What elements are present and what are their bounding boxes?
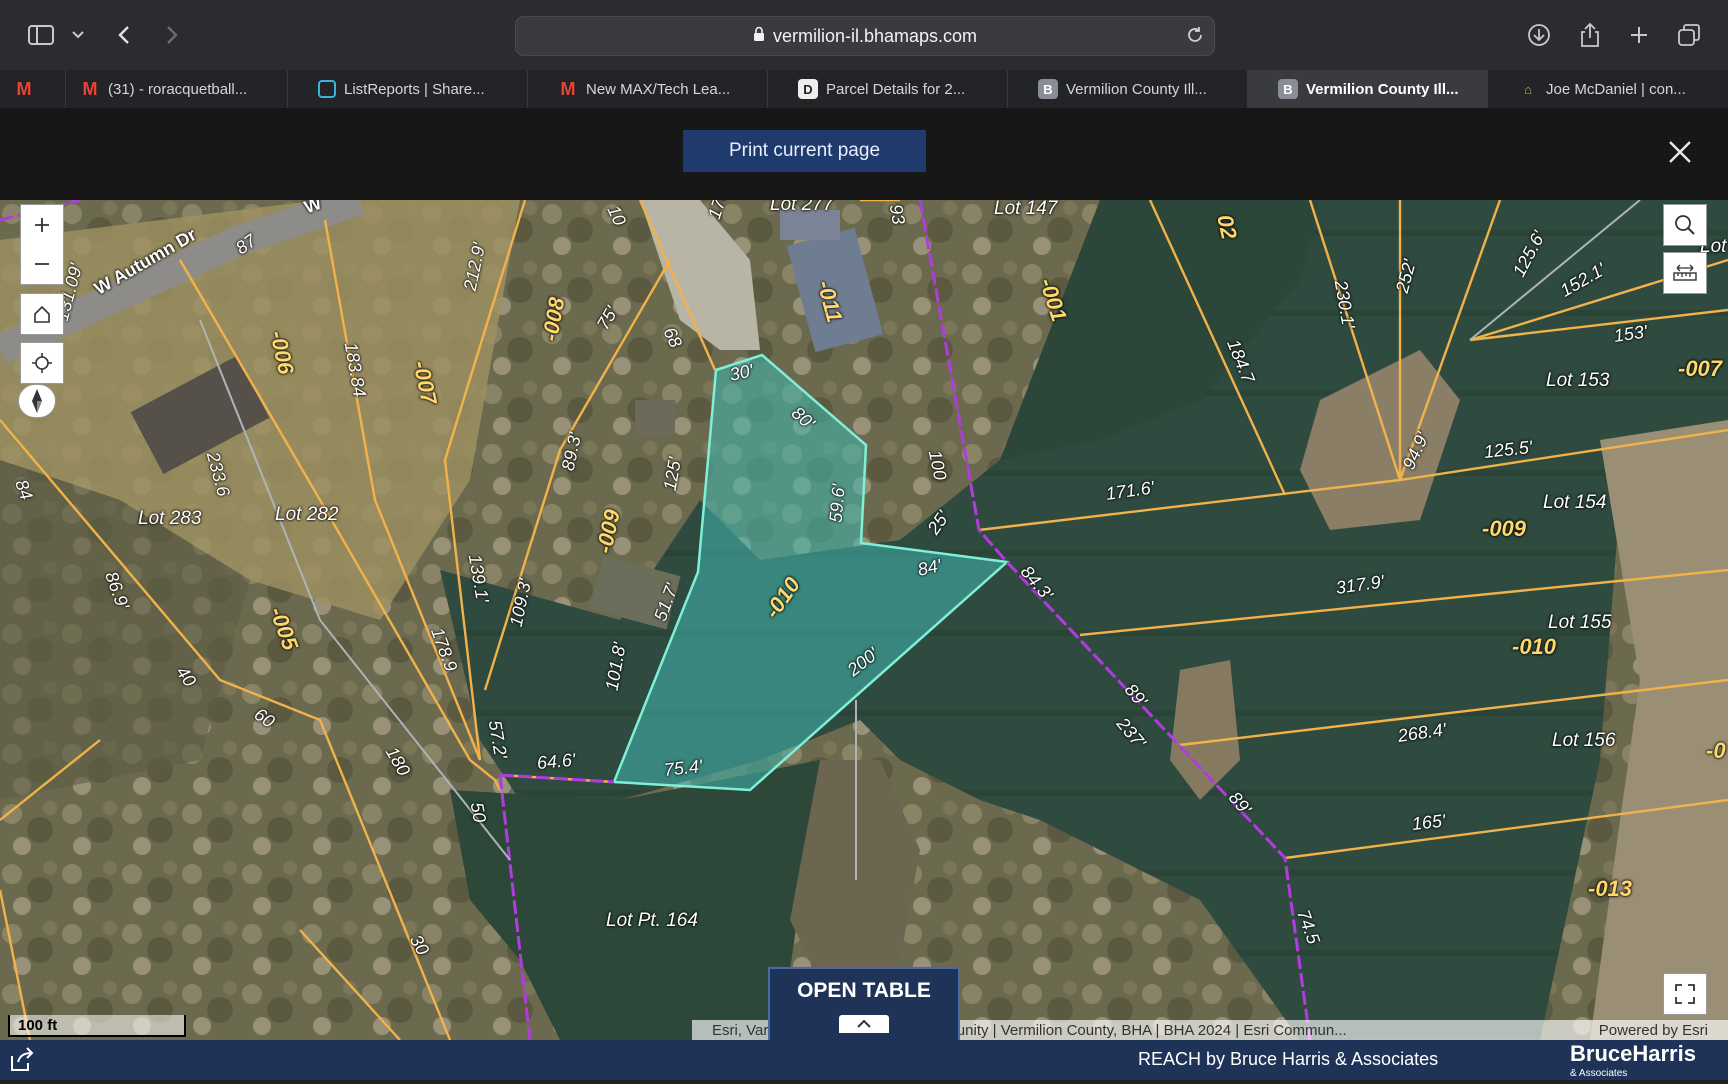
measure-icon	[1673, 264, 1697, 281]
new-tab-icon[interactable]	[1626, 18, 1652, 52]
brand-name: BruceHarris	[1570, 1041, 1696, 1066]
gmail-icon: M	[560, 78, 576, 99]
tab-label: Vermilion County Ill...	[1306, 80, 1459, 98]
browser-toolbar: vermilion-il.bhamaps.com	[0, 0, 1728, 70]
parcel-id-label: -0	[1706, 738, 1726, 763]
tab-gmail[interactable]: M	[0, 70, 66, 108]
lot-label: Lot 155	[1548, 612, 1612, 633]
tab-label: New MAX/Tech Lea...	[586, 80, 731, 98]
compass-icon	[32, 389, 42, 413]
tab-label: ListReports | Share...	[344, 80, 485, 98]
tab-bar: M M (31) - roracquetball... ListReports …	[0, 70, 1728, 109]
tab-parcel-details[interactable]: D Parcel Details for 2...	[768, 70, 1008, 108]
tab-label: Joe McDaniel | con...	[1546, 80, 1686, 98]
dimension-label: 93	[885, 202, 909, 226]
home-button[interactable]	[20, 293, 64, 335]
lot-label: Lot 154	[1543, 492, 1607, 513]
reach-credit[interactable]: REACH by Bruce Harris & Associates	[1138, 1049, 1438, 1070]
zoom-in-button[interactable]	[20, 204, 64, 246]
scale-bar: 100 ft	[8, 1015, 186, 1037]
tab-joe-mcdaniel[interactable]: ⌂ Joe McDaniel | con...	[1488, 70, 1726, 108]
listreports-icon	[318, 80, 336, 98]
map-view[interactable]: W Autumn Dr W Lot 277 Lot 147 Lot 283 Lo…	[0, 200, 1728, 1040]
print-current-page-button[interactable]: Print current page	[683, 130, 926, 172]
lot-label: Lot 282	[275, 504, 339, 525]
back-icon[interactable]	[112, 18, 136, 52]
lot-label: Lot 283	[138, 508, 202, 529]
url-text: vermilion-il.bhamaps.com	[772, 25, 978, 46]
gmail-icon: M	[16, 78, 32, 99]
gmail-icon: M	[82, 78, 98, 99]
url-bar[interactable]: vermilion-il.bhamaps.com	[515, 16, 1215, 56]
reload-icon[interactable]	[1186, 25, 1204, 50]
parcel-id-label: -010	[1512, 634, 1557, 659]
download-icon[interactable]	[1526, 18, 1552, 52]
dimension-label: 75.4'	[662, 756, 704, 780]
tab-vermilion-1[interactable]: B Vermilion County Ill...	[1008, 70, 1248, 108]
lock-icon	[753, 26, 765, 47]
dimension-label: 165'	[1410, 810, 1447, 834]
parcel-id-label: -009	[1482, 516, 1527, 541]
fullscreen-button[interactable]	[1663, 973, 1707, 1015]
parcel-icon: D	[798, 79, 818, 99]
lot-label: Lot 277	[770, 200, 834, 215]
open-table-button[interactable]: OPEN TABLE	[768, 967, 960, 1040]
search-icon	[1675, 215, 1695, 235]
chevron-up-icon	[839, 1015, 889, 1033]
map-search-button[interactable]	[1663, 204, 1707, 246]
lot-label: Lot 147	[994, 200, 1058, 219]
print-banner: Print current page	[0, 108, 1728, 200]
lot-label: Lot 153	[1546, 370, 1610, 391]
tab-label: Parcel Details for 2...	[826, 80, 966, 98]
bruce-harris-logo[interactable]: BruceHarris & Associates	[1570, 1041, 1696, 1084]
bha-icon: B	[1038, 79, 1058, 99]
measure-button[interactable]	[1663, 252, 1707, 294]
brand-sub: & Associates	[1570, 1068, 1628, 1079]
share-out-icon[interactable]	[8, 1046, 36, 1079]
dimension-label: 50	[466, 800, 490, 824]
lot-label: Lot 156	[1552, 730, 1616, 751]
locate-button[interactable]	[20, 342, 64, 384]
tab-gmail-inbox[interactable]: M (31) - roracquetball...	[66, 70, 288, 108]
house-icon: ⌂	[1524, 81, 1532, 97]
sidebar-toggle-icon[interactable]	[26, 18, 56, 52]
fullscreen-icon	[1675, 984, 1695, 1004]
tab-listreports[interactable]: ListReports | Share...	[288, 70, 528, 108]
parcel-id-label: -007	[1678, 356, 1723, 381]
powered-by-esri[interactable]: Powered by Esri	[1599, 1020, 1708, 1040]
tab-label: (31) - roracquetball...	[108, 80, 248, 98]
aerial-imagery	[0, 200, 1728, 1040]
tab-label: Vermilion County Ill...	[1066, 80, 1207, 98]
crosshair-icon	[32, 353, 52, 373]
tab-new-max[interactable]: M New MAX/Tech Lea...	[528, 70, 768, 108]
bha-icon: B	[1278, 79, 1298, 99]
forward-icon[interactable]	[160, 18, 184, 52]
tab-overview-icon[interactable]	[1676, 18, 1702, 52]
home-icon	[34, 305, 50, 323]
open-table-label: OPEN TABLE	[797, 979, 931, 1002]
compass-button[interactable]	[18, 384, 56, 418]
chevron-down-icon[interactable]	[70, 18, 86, 52]
dimension-label: 64.6'	[536, 749, 577, 773]
share-icon[interactable]	[1577, 18, 1603, 52]
app-footer: REACH by Bruce Harris & Associates Bruce…	[0, 1040, 1728, 1080]
close-icon[interactable]	[1666, 138, 1694, 166]
lot-label: Lot Pt. 164	[606, 910, 698, 931]
tab-vermilion-active[interactable]: B Vermilion County Ill...	[1248, 70, 1488, 108]
zoom-out-button[interactable]	[20, 244, 64, 285]
parcel-id-label: -013	[1588, 876, 1633, 901]
dimension-label: 59.6'	[825, 483, 849, 524]
